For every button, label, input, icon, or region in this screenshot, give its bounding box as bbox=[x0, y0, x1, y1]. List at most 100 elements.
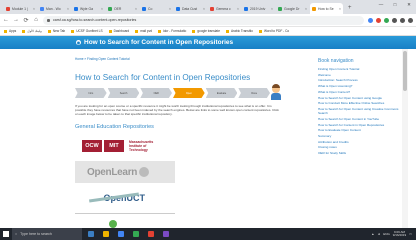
bookmark-item[interactable]: UCSF Gunfinet LS bbox=[71, 29, 103, 33]
bookmark-item[interactable]: google translate bbox=[192, 29, 220, 33]
address-bar[interactable]: carsf.oa.sg/how-to-search-content-open-r… bbox=[43, 15, 364, 25]
sidebar-nav-link[interactable]: How to Search for Open Content in YouTub… bbox=[318, 117, 408, 121]
extension-icon[interactable] bbox=[376, 17, 381, 23]
notifications-icon[interactable]: ▭ bbox=[409, 232, 412, 236]
sidebar-nav-link[interactable]: How to Search for Open Content using Cre… bbox=[318, 107, 408, 115]
sidebar-nav-link[interactable]: Introduction: Search Process bbox=[318, 78, 408, 82]
site-logo-icon: ◉ bbox=[76, 40, 81, 45]
bookmark-item[interactable]: Arabic Transitio bbox=[225, 29, 253, 33]
sidebar-nav-link[interactable]: What is Open Content? bbox=[318, 90, 408, 94]
sidebar-nav-link[interactable]: Closing notes bbox=[318, 145, 408, 149]
bookmark-icon bbox=[225, 29, 229, 33]
start-button[interactable] bbox=[0, 228, 12, 240]
close-window-button[interactable]: ✕ bbox=[402, 0, 416, 9]
bookmark-item[interactable]: New Tab bbox=[47, 29, 65, 33]
bookmark-item[interactable]: Word to PDF - Co bbox=[258, 29, 289, 33]
menu-icon[interactable] bbox=[408, 17, 413, 23]
tab-label: Gemma c bbox=[216, 6, 231, 11]
bookmark-item[interactable]: ولينك الأول bbox=[22, 29, 42, 33]
address-url: carsf.oa.sg/how-to-search-content-open-r… bbox=[53, 18, 137, 22]
sidebar-nav-link[interactable]: Attribution and Credits bbox=[318, 140, 408, 144]
bookmark-icon bbox=[71, 29, 75, 33]
tab-close-icon[interactable]: × bbox=[203, 7, 205, 11]
page-scrollbar[interactable] bbox=[402, 49, 408, 228]
system-tray: ▲ ◄ ENG 9:09 AM 9/16/2019 ▭ bbox=[371, 230, 416, 238]
browser-tab[interactable]: Man - Wo × bbox=[38, 3, 71, 14]
repository-link[interactable] bbox=[75, 213, 175, 228]
bookmark-icon bbox=[4, 29, 7, 33]
tab-close-icon[interactable]: × bbox=[169, 7, 171, 11]
home-icon[interactable]: ⌂ bbox=[33, 17, 39, 23]
openuct-repository-link[interactable]: OpenUCT bbox=[75, 187, 175, 209]
sidebar-nav-link[interactable]: How to Search for Content in Open Reposi… bbox=[318, 123, 408, 127]
taskbar-app-icon[interactable] bbox=[145, 228, 157, 240]
sidebar-nav-link[interactable]: How to Conduct More Effective Online Sea… bbox=[318, 101, 408, 105]
browser-tab[interactable]: Co × bbox=[140, 3, 173, 14]
ocw-logo: OCW bbox=[82, 140, 102, 152]
browser-tab[interactable]: Google Dr × bbox=[276, 3, 309, 14]
progress-step[interactable]: Evaluate bbox=[205, 88, 238, 98]
mit-ocw-repository-link[interactable]: OCW MIT Massachusetts Institute of Techn… bbox=[75, 135, 175, 157]
forward-icon[interactable]: → bbox=[13, 17, 19, 23]
progress-step[interactable]: Open bbox=[173, 88, 205, 98]
tab-favicon-icon bbox=[278, 6, 282, 11]
taskbar-app-icon[interactable] bbox=[85, 228, 97, 240]
browser-tab[interactable]: Data Cust × bbox=[174, 3, 207, 14]
progress-step[interactable]: Done bbox=[238, 88, 271, 98]
bookmark-item[interactable]: Apps bbox=[4, 29, 16, 33]
progress-step[interactable]: Search bbox=[107, 88, 140, 98]
maximize-button[interactable]: □ bbox=[388, 0, 402, 9]
taskbar-app-icon[interactable] bbox=[100, 228, 112, 240]
progress-step[interactable]: OER bbox=[140, 88, 173, 98]
tab-label: Wyle Ga bbox=[80, 6, 93, 11]
tab-close-icon[interactable]: × bbox=[271, 7, 273, 11]
progress-step[interactable]: Intro bbox=[75, 88, 107, 98]
openlearn-repository-link[interactable]: OpenLearn bbox=[75, 161, 175, 183]
bookmark-item[interactable]: mail pvd bbox=[135, 29, 152, 33]
scrollbar-thumb[interactable] bbox=[403, 51, 407, 91]
taskbar-app-icon[interactable] bbox=[115, 228, 127, 240]
browser-tab[interactable]: How to Se × bbox=[310, 3, 343, 14]
breadcrumb[interactable]: Home » Finding Open Content Tutorial bbox=[75, 57, 130, 61]
sidebar-nav-link[interactable]: How to Evaluate Open Content bbox=[318, 128, 408, 132]
taskbar-search-box[interactable]: ○ Type here to search bbox=[12, 228, 82, 240]
sidebar-nav-link[interactable]: How to Search for Open Content using Goo… bbox=[318, 96, 408, 100]
browser-tab[interactable]: Module 1 | × bbox=[4, 3, 37, 14]
language-indicator[interactable]: ENG bbox=[383, 232, 390, 236]
volume-icon[interactable]: ◄ bbox=[377, 232, 380, 236]
extension-icon[interactable] bbox=[392, 17, 397, 23]
taskbar-app-icon[interactable] bbox=[130, 228, 142, 240]
windows-taskbar: ○ Type here to search ▲ ◄ ENG 9:09 AM 9/… bbox=[0, 228, 416, 240]
tab-close-icon[interactable]: × bbox=[305, 7, 307, 11]
sidebar-nav-link[interactable]: Summary bbox=[318, 134, 408, 138]
tab-close-icon[interactable]: × bbox=[67, 7, 69, 11]
sidebar-nav-link[interactable]: Finding Open Content Tutorial bbox=[318, 67, 408, 71]
banner-title: How to Search for Content in Open Reposi… bbox=[84, 39, 234, 46]
extension-icon[interactable] bbox=[368, 17, 373, 23]
bookmark-item[interactable]: Dashboard bbox=[108, 29, 129, 33]
new-tab-button[interactable]: + bbox=[344, 3, 356, 14]
tab-close-icon[interactable]: × bbox=[135, 7, 137, 11]
reload-icon[interactable]: ⟳ bbox=[23, 17, 29, 24]
browser-tab[interactable]: Gemma c × bbox=[208, 3, 241, 14]
browser-tab[interactable]: 2019 Univ × bbox=[242, 3, 275, 14]
sidebar-nav-link[interactable]: OER for Study Skills bbox=[318, 151, 408, 155]
taskbar-app-icon[interactable] bbox=[160, 228, 172, 240]
network-icon[interactable]: ▲ bbox=[371, 232, 374, 236]
profile-icon[interactable] bbox=[400, 17, 405, 23]
sidebar-nav-link[interactable]: Welcome bbox=[318, 73, 408, 77]
browser-tab[interactable]: OER × bbox=[106, 3, 139, 14]
tab-close-icon[interactable]: × bbox=[237, 7, 239, 11]
tab-close-icon[interactable]: × bbox=[101, 7, 103, 11]
windows-icon bbox=[3, 231, 9, 237]
sidebar-nav-link[interactable]: What is Open Licensing? bbox=[318, 84, 408, 88]
bookmark-item[interactable]: ldor - Formulatio bbox=[158, 29, 186, 33]
minimize-button[interactable]: — bbox=[374, 0, 388, 9]
taskbar-search-placeholder: Type here to search bbox=[20, 232, 52, 236]
tab-close-icon[interactable]: × bbox=[33, 7, 35, 11]
clock[interactable]: 9:09 AM 9/16/2019 bbox=[393, 230, 406, 238]
browser-tab[interactable]: Wyle Ga × bbox=[72, 3, 105, 14]
back-icon[interactable]: ← bbox=[3, 17, 9, 23]
extension-icon[interactable] bbox=[384, 17, 389, 23]
tab-close-icon[interactable]: × bbox=[339, 7, 341, 11]
